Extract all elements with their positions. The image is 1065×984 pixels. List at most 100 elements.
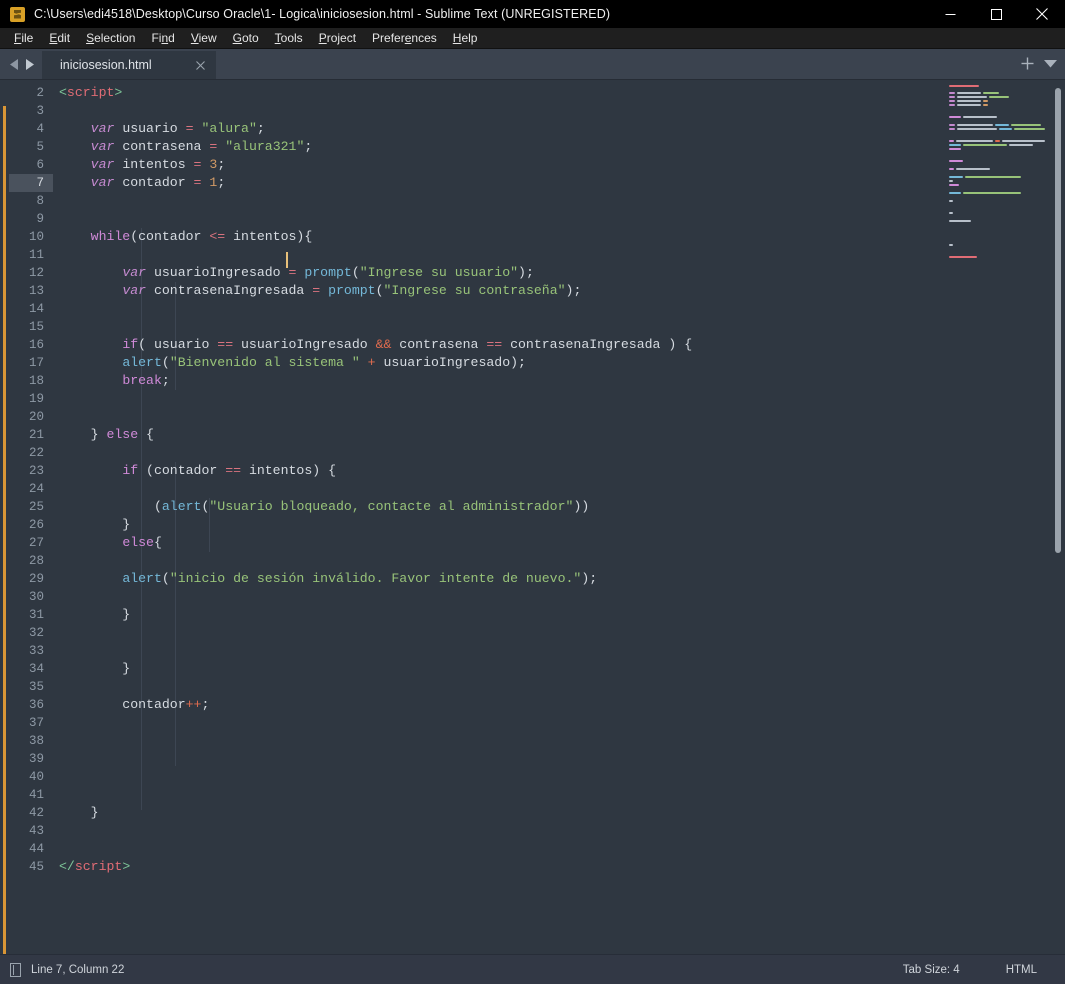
code-line[interactable] [53, 102, 1065, 120]
code-line[interactable]: break; [53, 372, 1065, 390]
line-number: 22 [28, 446, 44, 460]
code-line[interactable]: } [53, 606, 1065, 624]
minimap[interactable] [947, 84, 1047, 954]
minimap-line [947, 100, 1047, 103]
code-line[interactable] [53, 786, 1065, 804]
chevron-left-icon[interactable] [10, 58, 19, 70]
line-number: 13 [28, 284, 44, 298]
code-line[interactable]: } [53, 660, 1065, 678]
minimap-line [947, 120, 1047, 123]
code-line[interactable] [53, 678, 1065, 696]
minimap-line [947, 136, 1047, 139]
editor-area[interactable]: 2 3 4 5 6 7 8 9 10 11 12 13 14 15 16 17 18 19 20 21 22 23 24 25… [0, 80, 1065, 954]
code-line[interactable] [53, 732, 1065, 750]
minimap-line [947, 212, 1047, 215]
tab-close-icon[interactable] [190, 55, 210, 75]
code-line[interactable] [53, 768, 1065, 786]
menu-item-file[interactable]: File [6, 29, 41, 47]
plus-icon[interactable] [1021, 57, 1034, 70]
code-content[interactable]: <script> var usuario = "alura"; var cont… [53, 80, 1065, 954]
code-line[interactable] [53, 642, 1065, 660]
minimap-line [947, 223, 1047, 226]
minimize-icon[interactable] [927, 0, 973, 28]
editor-tab-iniciosesion[interactable]: iniciosesion.html [42, 51, 216, 79]
code-line[interactable] [53, 840, 1065, 858]
line-number: 29 [28, 572, 44, 586]
code-line[interactable] [53, 192, 1065, 210]
line-number: 27 [28, 536, 44, 550]
code-line[interactable]: } else { [53, 426, 1065, 444]
code-line[interactable] [53, 390, 1065, 408]
minimap-line [947, 148, 1047, 151]
code-line[interactable]: } [53, 516, 1065, 534]
code-line[interactable]: var intentos = 3; [53, 156, 1065, 174]
line-number: 26 [28, 518, 44, 532]
code-line[interactable]: (alert("Usuario bloqueado, contacte al a… [53, 498, 1065, 516]
code-line[interactable] [53, 822, 1065, 840]
code-line[interactable] [53, 552, 1065, 570]
code-line[interactable]: var contrasena = "alura321"; [53, 138, 1065, 156]
code-line[interactable]: var contrasenaIngresada = prompt("Ingres… [53, 282, 1065, 300]
code-line[interactable] [53, 246, 1065, 264]
syntax-label[interactable]: HTML [1006, 964, 1037, 976]
menu-item-edit[interactable]: Edit [41, 29, 78, 47]
code-line[interactable] [53, 444, 1065, 462]
line-number: 2 [36, 86, 44, 100]
menu-item-selection[interactable]: Selection [78, 29, 143, 47]
chevron-down-icon[interactable] [1044, 59, 1057, 68]
close-icon[interactable] [1019, 0, 1065, 28]
code-line[interactable]: <script> [53, 84, 1065, 102]
tab-size-label[interactable]: Tab Size: 4 [903, 964, 960, 976]
code-line[interactable]: if( usuario == usuarioIngresado && contr… [53, 336, 1065, 354]
code-line[interactable]: else{ [53, 534, 1065, 552]
line-number: 38 [28, 734, 44, 748]
minimap-line [947, 164, 1047, 167]
minimap-line [947, 215, 1047, 218]
status-bar: Line 7, Column 22 Tab Size: 4 HTML [0, 954, 1065, 984]
minimap-line [947, 156, 1047, 159]
code-line[interactable] [53, 408, 1065, 426]
line-number: 30 [28, 590, 44, 604]
menu-item-goto[interactable]: Goto [225, 29, 267, 47]
code-line[interactable]: var usuario = "alura"; [53, 120, 1065, 138]
code-line[interactable] [53, 210, 1065, 228]
menu-item-find[interactable]: Find [143, 29, 182, 47]
menu-item-view[interactable]: View [183, 29, 225, 47]
code-line[interactable]: contador++; [53, 696, 1065, 714]
code-line[interactable]: alert("Bienvenido al sistema " + usuario… [53, 354, 1065, 372]
code-line[interactable]: var usuarioIngresado = prompt("Ingrese s… [53, 264, 1065, 282]
code-line[interactable] [53, 318, 1065, 336]
page-icon[interactable] [10, 962, 21, 977]
menu-item-project[interactable]: Project [311, 29, 364, 47]
code-line[interactable] [53, 300, 1065, 318]
minimap-line [947, 184, 1047, 187]
line-number: 19 [28, 392, 44, 406]
code-line[interactable]: </script> [53, 858, 1065, 876]
minimap-line [947, 180, 1047, 183]
minimap-line [947, 144, 1047, 147]
code-line[interactable]: alert("inicio de sesión inválido. Favor … [53, 570, 1065, 588]
menu-item-help[interactable]: Help [445, 29, 486, 47]
vertical-scrollbar[interactable] [1055, 88, 1061, 553]
minimap-line [947, 176, 1047, 179]
line-number: 6 [36, 158, 44, 172]
code-line[interactable]: while(contador <= intentos){ [53, 228, 1065, 246]
code-line[interactable]: } [53, 804, 1065, 822]
line-number: 16 [28, 338, 44, 352]
menu-item-preferences[interactable]: Preferences [364, 29, 445, 47]
line-number: 18 [28, 374, 44, 388]
code-line[interactable] [53, 714, 1065, 732]
minimap-line [947, 116, 1047, 119]
code-line[interactable] [53, 624, 1065, 642]
minimap-line [947, 140, 1047, 143]
code-line[interactable] [53, 750, 1065, 768]
menu-item-tools[interactable]: Tools [267, 29, 311, 47]
maximize-icon[interactable] [973, 0, 1019, 28]
code-line[interactable]: if (contador == intentos) { [53, 462, 1065, 480]
code-line[interactable] [53, 588, 1065, 606]
code-line[interactable]: var contador = 1; [53, 174, 1065, 192]
code-line[interactable] [53, 480, 1065, 498]
chevron-right-icon[interactable] [25, 58, 34, 70]
line-number: 40 [28, 770, 44, 784]
minimap-line [947, 243, 1047, 246]
